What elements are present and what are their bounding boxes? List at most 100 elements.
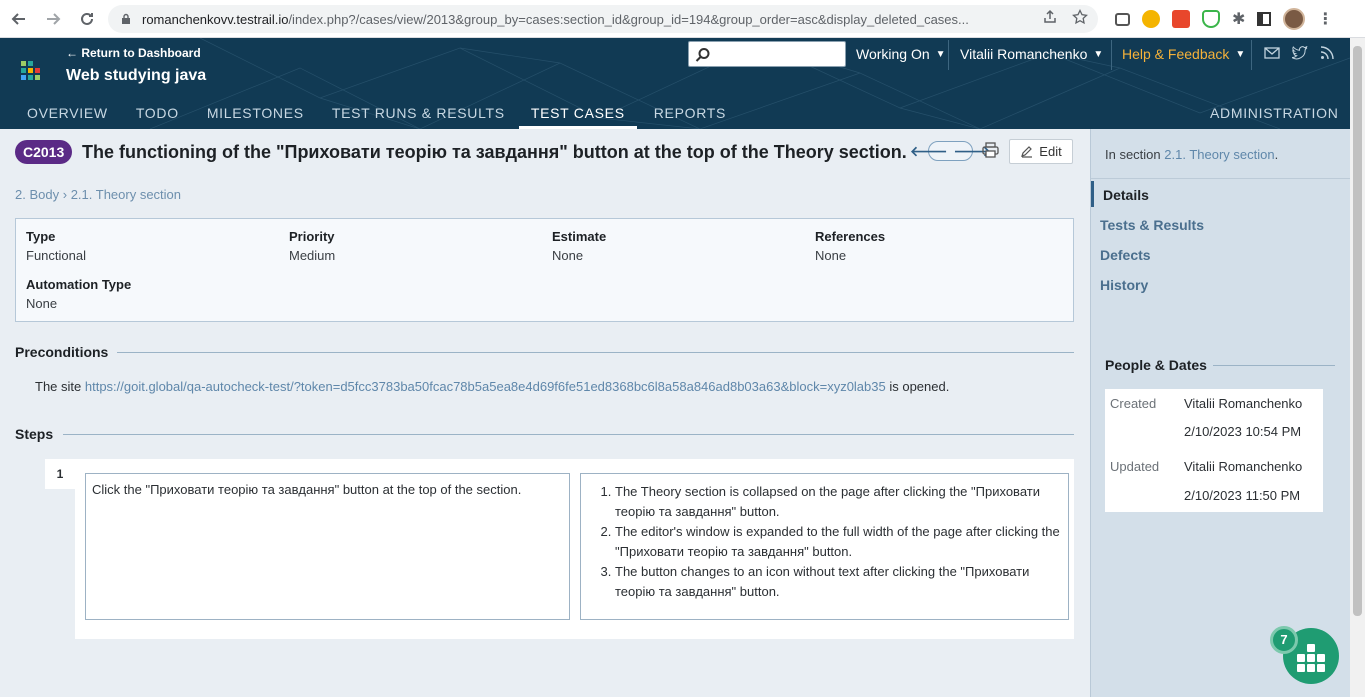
extension-honey-icon[interactable]: [1142, 10, 1160, 28]
extension-shield-icon[interactable]: [1202, 10, 1220, 28]
section-divider: [63, 434, 1074, 435]
chevron-down-icon: ▼: [1093, 48, 1104, 60]
side-panel-icon[interactable]: [1257, 12, 1272, 26]
created-by: Vitalii Romanchenko: [1184, 396, 1303, 411]
pencil-icon: [1021, 146, 1033, 158]
browser-toolbar: romanchenkovv.testrail.io/index.php?/cas…: [0, 0, 1365, 38]
created-label: Created: [1110, 396, 1157, 411]
sidebar-item-details[interactable]: Details: [1103, 187, 1149, 203]
share-icon[interactable]: [1042, 9, 1058, 25]
field-label: Type: [26, 229, 56, 244]
sidebar-item-history[interactable]: History: [1100, 277, 1148, 293]
tab-overview[interactable]: OVERVIEW: [0, 97, 122, 129]
case-fields: Type Functional Priority Medium Estimate…: [15, 218, 1074, 322]
header-divider: [1111, 40, 1112, 70]
app-header: ← Return to Dashboard Web studying java …: [0, 38, 1350, 129]
user-menu[interactable]: Vitalii Romanchenko ▼: [960, 46, 1103, 62]
rss-icon[interactable]: [1320, 46, 1334, 60]
tab-test-runs-results[interactable]: TEST RUNS & RESULTS: [318, 97, 519, 129]
field-value: Medium: [289, 248, 336, 263]
field-value: Functional: [26, 248, 86, 263]
in-section-link[interactable]: 2.1. Theory section: [1164, 147, 1274, 162]
tab-milestones[interactable]: MILESTONES: [193, 97, 318, 129]
search-icon: [695, 48, 710, 62]
field-references: References None: [815, 229, 885, 263]
updated-label: Updated: [1110, 459, 1160, 474]
tab-test-cases[interactable]: TEST CASES: [518, 97, 637, 129]
profile-avatar[interactable]: [1283, 8, 1306, 30]
people-dates-heading: People & Dates: [1105, 357, 1207, 373]
expected-item: The button changes to an icon without te…: [615, 562, 1062, 601]
testrail-logo[interactable]: [21, 61, 41, 81]
case-navigation[interactable]: 🡐 🡒: [910, 141, 991, 161]
print-icon[interactable]: [982, 142, 999, 158]
field-type: Type Functional: [26, 229, 86, 263]
steps-heading: Steps: [15, 426, 54, 442]
expected-item: The Theory section is collapsed on the p…: [615, 482, 1062, 521]
case-view: C2013 The functioning of the "Приховати …: [0, 129, 1090, 697]
tab-reports[interactable]: REPORTS: [637, 97, 740, 129]
chevron-down-icon: ▼: [935, 48, 946, 60]
chevron-down-icon: ▼: [1235, 48, 1246, 60]
tab-administration[interactable]: ADMINISTRATION: [1210, 105, 1339, 121]
edit-button[interactable]: Edit: [1009, 139, 1073, 164]
extension-record-icon[interactable]: [1172, 10, 1190, 28]
working-on-menu[interactable]: Working On ▼: [856, 46, 946, 62]
step-content: Click the "Приховати теорію та завдання"…: [85, 473, 570, 620]
section-divider: [1213, 365, 1335, 366]
field-label: Priority: [289, 229, 335, 244]
field-estimate: Estimate None: [552, 229, 606, 263]
breadcrumb-body[interactable]: 2. Body: [15, 187, 59, 202]
breadcrumb-separator: ›: [62, 187, 68, 202]
extension-mail-icon[interactable]: [1115, 12, 1130, 26]
notification-count-badge: 7: [1270, 626, 1298, 654]
in-section-text: In section 2.1. Theory section.: [1105, 147, 1279, 162]
project-name[interactable]: Web studying java: [66, 67, 206, 85]
header-divider: [948, 40, 949, 70]
reload-icon[interactable]: [72, 4, 102, 34]
address-bar[interactable]: romanchenkovv.testrail.io/index.php?/cas…: [108, 5, 1098, 33]
scrollbar-thumb[interactable]: [1353, 46, 1362, 616]
updated-by: Vitalii Romanchenko: [1184, 459, 1303, 474]
return-to-dashboard-link[interactable]: ← Return to Dashboard: [66, 46, 201, 60]
updated-at: 2/10/2023 11:50 PM: [1184, 488, 1301, 503]
main-tabs: OVERVIEW TODO MILESTONES TEST RUNS & RES…: [0, 97, 740, 129]
expected-item: The editor's window is expanded to the f…: [615, 522, 1062, 561]
field-value: None: [552, 248, 584, 263]
bookmark-star-icon[interactable]: [1072, 9, 1088, 25]
page-scrollbar[interactable]: [1350, 38, 1365, 697]
breadcrumb-theory-section[interactable]: 2.1. Theory section: [71, 187, 181, 202]
forward-icon[interactable]: [38, 4, 68, 34]
field-priority: Priority Medium: [289, 229, 335, 263]
sidebar-divider: [1091, 178, 1350, 179]
chrome-menu-icon[interactable]: ⋮: [1317, 9, 1333, 29]
preconditions-link[interactable]: https://goit.global/qa-autocheck-test/?t…: [85, 379, 886, 394]
twitter-icon[interactable]: [1292, 46, 1308, 60]
people-dates-box: Created Vitalii Romanchenko 2/10/2023 10…: [1105, 389, 1323, 512]
field-value: None: [26, 296, 58, 311]
section-divider: [117, 352, 1074, 353]
url-text: romanchenkovv.testrail.io/index.php?/cas…: [142, 11, 969, 27]
sidebar-item-defects[interactable]: Defects: [1100, 247, 1151, 263]
extensions-puzzle-icon[interactable]: ✱: [1232, 9, 1245, 29]
field-value: None: [815, 248, 847, 263]
back-icon[interactable]: [4, 4, 34, 34]
case-sidebar: In section 2.1. Theory section. Details …: [1090, 129, 1350, 697]
step-number: 1: [45, 459, 75, 489]
mail-icon[interactable]: [1264, 46, 1280, 60]
help-feedback-menu[interactable]: Help & Feedback ▼: [1122, 46, 1245, 62]
tab-todo[interactable]: TODO: [122, 97, 193, 129]
breadcrumb: 2. Body › 2.1. Theory section: [15, 187, 181, 202]
search-input[interactable]: [688, 41, 846, 67]
field-label: References: [815, 229, 886, 244]
field-label: Estimate: [552, 229, 607, 244]
lock-icon: [122, 13, 130, 24]
case-id-badge: C2013: [15, 140, 73, 164]
field-automation-type: Automation Type None: [26, 277, 131, 311]
sidebar-item-tests-results[interactable]: Tests & Results: [1100, 217, 1204, 233]
page-title: The functioning of the "Приховати теорію…: [82, 142, 907, 162]
active-indicator: [1091, 181, 1094, 207]
arrow-left-icon[interactable]: 🡐: [910, 143, 948, 160]
header-divider: [1251, 40, 1252, 70]
created-at: 2/10/2023 10:54 PM: [1184, 424, 1302, 439]
